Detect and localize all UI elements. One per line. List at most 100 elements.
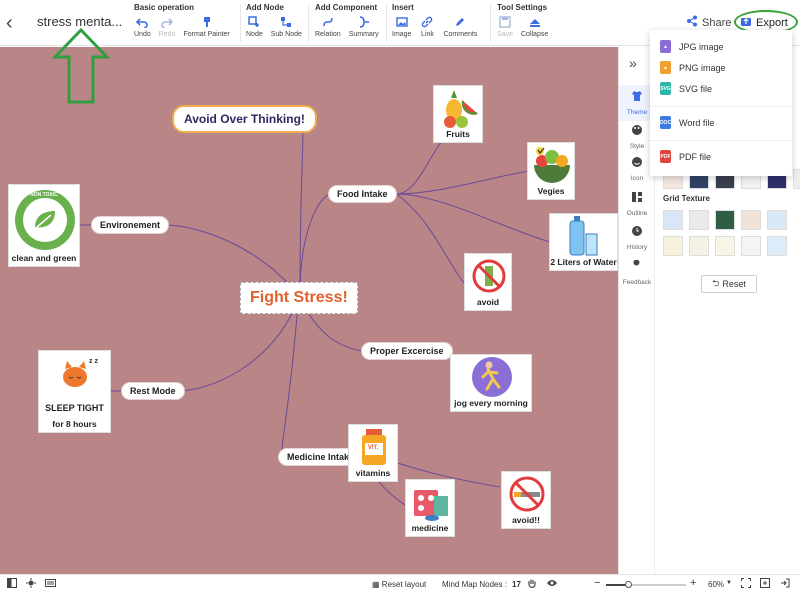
hand-icon[interactable] <box>527 578 537 591</box>
group-tool-settings: Tool Settings Save Collapse <box>497 3 556 43</box>
group-title: Tool Settings <box>497 3 548 12</box>
export-word-option[interactable]: DOC Word file <box>660 116 714 129</box>
theme-mode-icon[interactable] <box>26 578 36 590</box>
color-swatch[interactable] <box>741 210 761 230</box>
link-button[interactable]: Link <box>419 14 435 38</box>
sidebar-label: History <box>626 244 648 251</box>
undo-icon <box>134 14 150 30</box>
color-swatch[interactable] <box>663 210 683 230</box>
save-button[interactable]: Save <box>497 14 513 38</box>
color-swatch[interactable] <box>741 236 761 256</box>
export-option-label: Word file <box>679 117 715 128</box>
sub-node-button[interactable]: Sub Node <box>271 14 302 38</box>
chevron-down-icon[interactable]: ▼ <box>726 580 732 586</box>
color-swatch[interactable] <box>663 236 683 256</box>
export-jpg-option[interactable]: ▲ JPG image <box>660 40 724 53</box>
group-add-component: Add Component Relation Summary <box>315 3 387 43</box>
keyboard-icon[interactable] <box>45 578 56 590</box>
export-option-label: SVG file <box>679 83 713 94</box>
export-menu: ▲ JPG image ▲ PNG image SVG SVG file DOC… <box>650 30 792 176</box>
color-swatch[interactable] <box>689 210 709 230</box>
export-button[interactable]: Export <box>740 15 788 30</box>
sidebar-toggle-icon[interactable] <box>7 578 17 590</box>
color-swatch[interactable] <box>715 210 735 230</box>
reset-layout-button[interactable]: ▦ Reset layout <box>372 580 426 589</box>
color-swatch[interactable] <box>767 210 787 230</box>
group-title: Insert <box>392 3 414 12</box>
zoom-slider[interactable] <box>606 581 686 588</box>
branch-rest-mode[interactable]: Rest Mode <box>122 383 184 399</box>
export-icon <box>740 15 752 30</box>
image-button[interactable]: Image <box>392 14 411 38</box>
sleeping-cat-image: z z <box>63 358 98 387</box>
undo-button[interactable]: Undo <box>134 14 151 38</box>
sidebar-tab-feedback[interactable]: Feedback <box>619 259 655 286</box>
comments-button[interactable]: Comments <box>443 14 477 38</box>
node-icon <box>246 14 262 30</box>
branch-environment[interactable]: Environement <box>92 217 169 233</box>
summary-icon <box>356 14 372 30</box>
redo-icon <box>159 14 175 30</box>
word-file-icon: DOC <box>660 116 671 129</box>
export-label: Export <box>756 16 788 29</box>
collapse-button[interactable]: Collapse <box>521 14 548 38</box>
format-painter-button[interactable]: Format Painter <box>183 14 230 38</box>
eye-icon[interactable] <box>546 578 558 590</box>
menu-divider <box>650 106 792 107</box>
non-toxic-label: NON TOXIC <box>30 192 58 198</box>
image-node-no-smoking[interactable]: avoid!! <box>501 471 551 529</box>
fit-screen-icon[interactable] <box>741 578 751 590</box>
branch-food-intake[interactable]: Food Intake <box>329 186 396 202</box>
sidebar-label: Theme <box>626 109 648 116</box>
zoom-level[interactable]: 60% <box>708 580 724 589</box>
collapse-label: Collapse <box>521 31 549 38</box>
zoom-out-button[interactable]: − <box>594 577 600 589</box>
toolbar-divider <box>386 4 387 42</box>
summary-button[interactable]: Summary <box>349 14 379 38</box>
medicine-caption: medicine <box>411 523 449 533</box>
color-swatch[interactable] <box>715 236 735 256</box>
sidebar-tab-outline[interactable]: Outline <box>619 190 655 217</box>
export-pdf-option[interactable]: PDF PDF file <box>660 150 711 163</box>
comments-label: Comments <box>443 31 478 38</box>
export-option-label: PNG image <box>679 62 726 73</box>
sidebar-tab-history[interactable]: History <box>619 224 655 251</box>
reset-button[interactable]: ⮌ Reset <box>701 275 757 293</box>
image-node-clean-green[interactable]: NON TOXIC clean and green <box>8 184 80 267</box>
jogging-image <box>472 357 512 397</box>
collapse-panel-button[interactable]: » <box>629 55 637 71</box>
avoid2-caption: avoid!! <box>512 515 540 525</box>
reset-layout-icon: ▦ <box>372 580 380 589</box>
node-button[interactable]: Node <box>246 14 263 38</box>
color-swatch[interactable] <box>793 169 800 189</box>
color-swatch[interactable] <box>767 236 787 256</box>
sub-node-label: Sub Node <box>270 31 302 38</box>
color-swatch[interactable] <box>689 236 709 256</box>
mind-map-canvas[interactable]: Avoid Over Thinking! Fight Stress! Food … <box>0 47 618 574</box>
image-node-medicine[interactable]: medicine <box>405 479 455 537</box>
jpg-file-icon: ▲ <box>660 40 671 53</box>
shirt-icon <box>631 89 643 107</box>
image-node-jog[interactable]: jog every morning <box>450 354 532 412</box>
image-node-vitamins[interactable]: VIT. vitamins <box>348 424 398 482</box>
fullscreen-icon[interactable] <box>760 578 770 590</box>
exit-icon[interactable] <box>780 578 790 590</box>
image-node-fruits[interactable]: Fruits <box>433 85 483 143</box>
sleep-tight-label: SLEEP TIGHT <box>45 403 104 413</box>
export-svg-option[interactable]: SVG SVG file <box>660 82 712 95</box>
back-button[interactable]: ‹ <box>6 12 13 35</box>
reset-icon: ⮌ <box>712 278 720 288</box>
branch-proper-exercise[interactable]: Proper Excercise <box>362 343 452 359</box>
share-button[interactable]: Share <box>686 15 731 30</box>
relation-button[interactable]: Relation <box>315 14 341 38</box>
zoom-slider-handle[interactable] <box>624 581 632 588</box>
image-node-sleep[interactable]: z z SLEEP TIGHT for 8 hours <box>38 350 111 433</box>
central-topic[interactable]: Fight Stress! <box>240 282 358 314</box>
export-png-option[interactable]: ▲ PNG image <box>660 61 726 74</box>
image-node-water[interactable]: 2 Liters of Water <box>549 213 618 271</box>
redo-button[interactable]: Redo <box>159 14 175 38</box>
floating-topic[interactable]: Avoid Over Thinking! <box>172 105 317 133</box>
zoom-in-button[interactable]: + <box>690 577 696 589</box>
image-node-avoid[interactable]: avoid <box>464 253 512 311</box>
image-node-vegies[interactable]: Vegies <box>527 142 575 200</box>
